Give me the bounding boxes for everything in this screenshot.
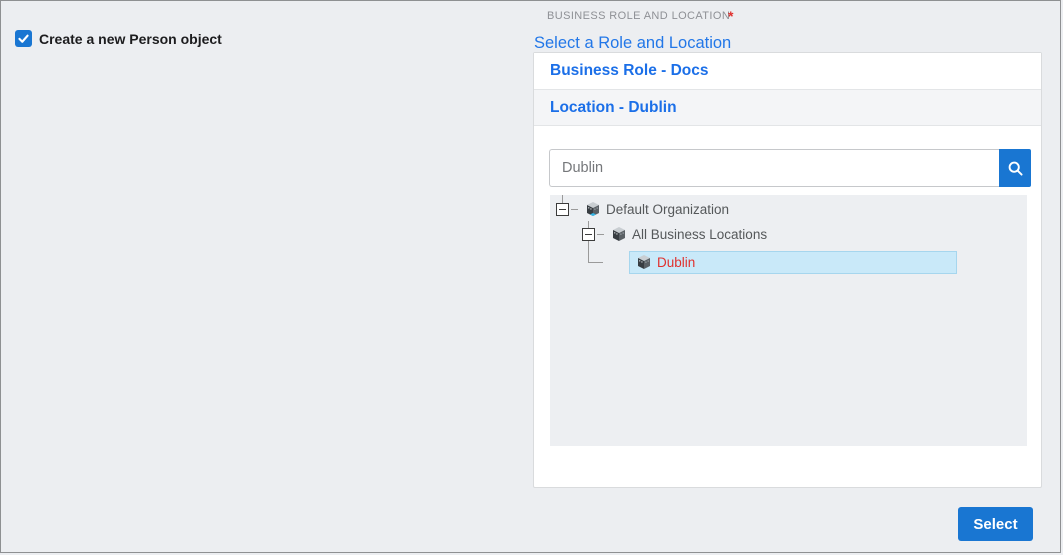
location-search-input[interactable] [549,149,999,187]
tree-connector [588,262,603,263]
create-person-row[interactable]: Create a new Person object [15,30,222,47]
tree-connector [562,195,563,203]
role-location-card: Business Role - Docs Location - Dublin [533,52,1042,488]
organization-building-icon [585,201,601,217]
select-button[interactable]: Select [958,507,1033,541]
accordion-business-role[interactable]: Business Role - Docs [534,53,1041,90]
tree-node-all-business-locations[interactable]: All Business Locations [632,227,767,242]
select-role-location-heading: Select a Role and Location [534,34,731,53]
collapse-toggle-all-business-locations[interactable] [582,228,595,241]
minus-icon [585,234,592,235]
tree-node-default-organization[interactable]: Default Organization [606,202,729,217]
accordion-business-role-label: Business Role - Docs [550,62,709,80]
search-icon [1007,160,1024,177]
required-asterisk: * [728,8,733,24]
tree-node-dublin[interactable]: Dublin [657,255,695,270]
accordion-location[interactable]: Location - Dublin [534,90,1041,126]
checkmark-icon [17,32,30,45]
tree-connector [597,234,604,235]
location-search-row [549,149,1031,187]
tree-connector [588,241,589,263]
create-person-checkbox[interactable] [15,30,32,47]
search-button[interactable] [999,149,1031,187]
business-role-location-label: BUSINESS ROLE AND LOCATION [547,10,730,22]
minus-icon [559,209,566,210]
tree-connector [588,221,589,228]
business-location-icon [611,226,627,242]
screen: Create a new Person object BUSINESS ROLE… [0,0,1061,553]
location-tree: Default Organization All Business Locati… [550,195,1027,446]
accordion-location-label: Location - Dublin [550,99,677,117]
create-person-label: Create a new Person object [39,31,222,47]
business-location-icon [636,254,652,270]
tree-connector [571,209,578,210]
collapse-toggle-default-organization[interactable] [556,203,569,216]
